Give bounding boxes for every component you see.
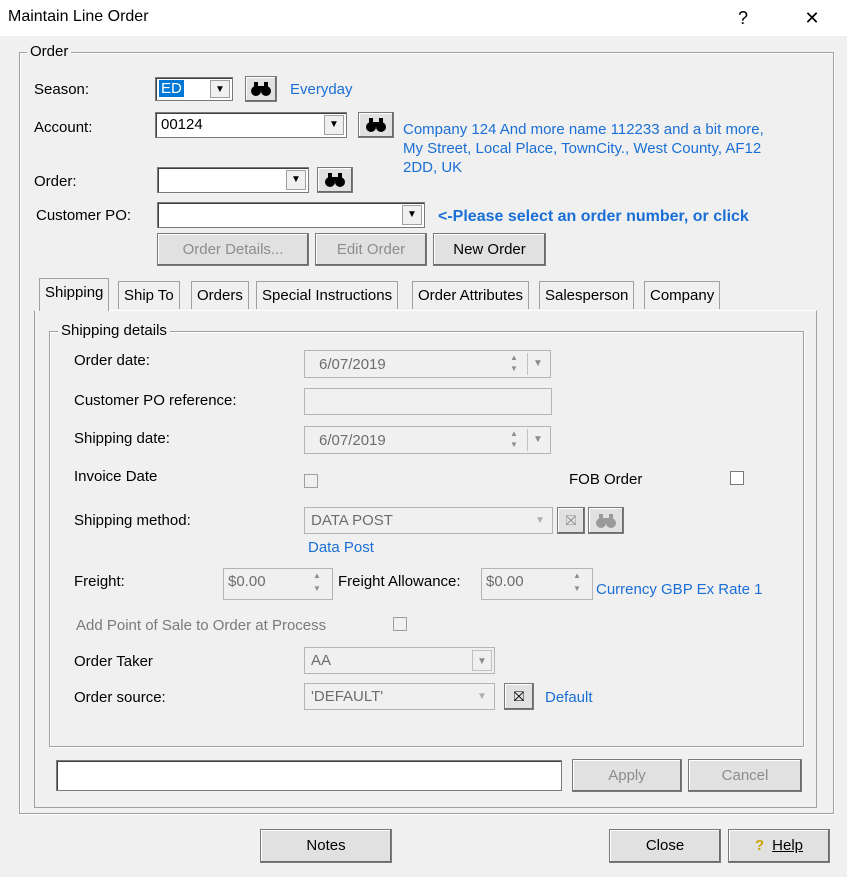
chevron-down-icon[interactable]: ▼ [527, 353, 548, 375]
season-value: ED [159, 80, 184, 97]
chevron-down-icon[interactable]: ▼ [527, 429, 548, 451]
order-hint: <-Please select an order number, or clic… [438, 208, 749, 225]
freight-value: $0.00 [228, 573, 266, 590]
season-label: Season: [34, 81, 90, 98]
season-description: Everyday [290, 81, 353, 98]
currency-text: Currency GBP Ex Rate 1 [596, 581, 763, 598]
customer-po-dropdown[interactable]: ▼ [157, 202, 425, 228]
customer-po-ref-field[interactable] [304, 388, 552, 415]
account-label: Account: [34, 119, 93, 136]
chevron-down-icon[interactable]: ▼ [210, 80, 230, 98]
shipping-method-dropdown[interactable]: DATA POST ▼ [304, 507, 553, 534]
order-source-description: Default [545, 689, 593, 706]
order-source-value: 'DEFAULT' [311, 688, 384, 705]
customer-po-label: Customer PO: [36, 207, 132, 224]
tab-salesperson[interactable]: Salesperson [539, 281, 635, 309]
order-taker-value: AA [311, 652, 332, 669]
pos-label: Add Point of Sale to Order at Process [76, 617, 327, 634]
help-button-label: Help [772, 837, 804, 854]
clear-icon: ⛝ [565, 512, 577, 528]
fob-order-checkbox[interactable] [730, 471, 744, 485]
freight-spinner[interactable]: ▲ ▼ [304, 571, 330, 597]
shipping-method-description: Data Post [308, 539, 374, 556]
pos-checkbox[interactable] [393, 617, 407, 631]
tab-shipping[interactable]: Shipping [39, 278, 110, 311]
chevron-down-icon[interactable]: ▼ [530, 510, 550, 531]
window-title: Maintain Line Order [8, 8, 149, 25]
shipping-date-field[interactable]: 6/07/2019 ▲ ▼ ▼ [304, 426, 551, 454]
freight-allowance-value: $0.00 [486, 573, 524, 590]
invoice-date-label: Invoice Date [74, 468, 158, 485]
invoice-date-checkbox[interactable] [304, 474, 318, 488]
new-order-button[interactable]: New Order [433, 233, 546, 266]
freight-allowance-label: Freight Allowance: [338, 573, 461, 590]
shipping-method-search-button[interactable] [588, 507, 624, 534]
status-field [56, 760, 562, 791]
chevron-down-icon[interactable]: ▼ [402, 205, 422, 225]
order-source-label: Order source: [74, 689, 166, 706]
shipping-date-spinner[interactable]: ▲ ▼ [502, 429, 526, 451]
account-search-button[interactable] [358, 112, 394, 138]
order-search-button[interactable] [317, 167, 353, 193]
tab-order-attributes[interactable]: Order Attributes [412, 281, 530, 309]
order-source-clear-button[interactable]: ⛝ [504, 683, 534, 710]
cancel-button[interactable]: Cancel [688, 759, 802, 792]
context-help-button[interactable]: ? [723, 4, 763, 32]
tab-special-instructions[interactable]: Special Instructions [256, 281, 399, 309]
account-value: 00124 [161, 116, 203, 133]
order-details-button[interactable]: Order Details... [157, 233, 309, 266]
freight-label: Freight: [74, 573, 125, 590]
season-search-button[interactable] [245, 76, 277, 102]
tab-company[interactable]: Company [644, 281, 721, 309]
order-group-label: Order [27, 43, 72, 60]
close-window-button[interactable]: ✕ [792, 4, 832, 32]
tab-ship-to[interactable]: Ship To [118, 281, 180, 309]
shipping-date-value: 6/07/2019 [319, 432, 386, 449]
order-date-label: Order date: [74, 352, 150, 369]
help-button[interactable]: ? Help [728, 829, 830, 863]
chevron-down-icon[interactable]: ▼ [286, 170, 306, 190]
freight-allowance-spinner[interactable]: ▲ ▼ [564, 571, 590, 597]
notes-button[interactable]: Notes [260, 829, 392, 863]
account-dropdown[interactable]: 00124 ▼ [155, 112, 347, 138]
account-description: Company 124 And more name 112233 and a b… [403, 121, 764, 176]
order-date-spinner[interactable]: ▲ ▼ [502, 353, 526, 375]
customer-po-ref-label: Customer PO reference: [74, 392, 237, 409]
edit-order-button[interactable]: Edit Order [315, 233, 427, 266]
order-taker-label: Order Taker [74, 653, 153, 670]
tab-orders[interactable]: Orders [191, 281, 249, 309]
shipping-details-label: Shipping details [58, 322, 170, 339]
shipping-method-clear-button[interactable]: ⛝ [557, 507, 585, 534]
freight-field[interactable]: $0.00 ▲ ▼ [223, 568, 333, 600]
order-date-value: 6/07/2019 [319, 356, 386, 373]
binoculars-icon [366, 118, 386, 132]
binoculars-icon [596, 514, 616, 528]
freight-allowance-field[interactable]: $0.00 ▲ ▼ [481, 568, 593, 600]
shipping-method-label: Shipping method: [74, 512, 191, 529]
apply-button[interactable]: Apply [572, 759, 682, 792]
key-icon: ? [754, 837, 765, 854]
binoculars-icon [251, 82, 271, 96]
close-button[interactable]: Close [609, 829, 721, 863]
order-dropdown[interactable]: ▼ [157, 167, 309, 193]
chevron-down-icon[interactable]: ▼ [472, 686, 492, 707]
binoculars-icon [325, 173, 345, 187]
order-date-field[interactable]: 6/07/2019 ▲ ▼ ▼ [304, 350, 551, 378]
chevron-down-icon[interactable]: ▼ [472, 650, 492, 671]
order-taker-dropdown[interactable]: AA ▼ [304, 647, 495, 674]
order-label: Order: [34, 173, 77, 190]
shipping-date-label: Shipping date: [74, 430, 170, 447]
clear-icon: ⛝ [513, 688, 525, 704]
chevron-down-icon[interactable]: ▼ [324, 115, 344, 135]
fob-order-label: FOB Order [569, 471, 643, 488]
season-dropdown[interactable]: ED ▼ [155, 77, 233, 101]
shipping-method-value: DATA POST [311, 512, 393, 529]
order-source-dropdown[interactable]: 'DEFAULT' ▼ [304, 683, 495, 710]
